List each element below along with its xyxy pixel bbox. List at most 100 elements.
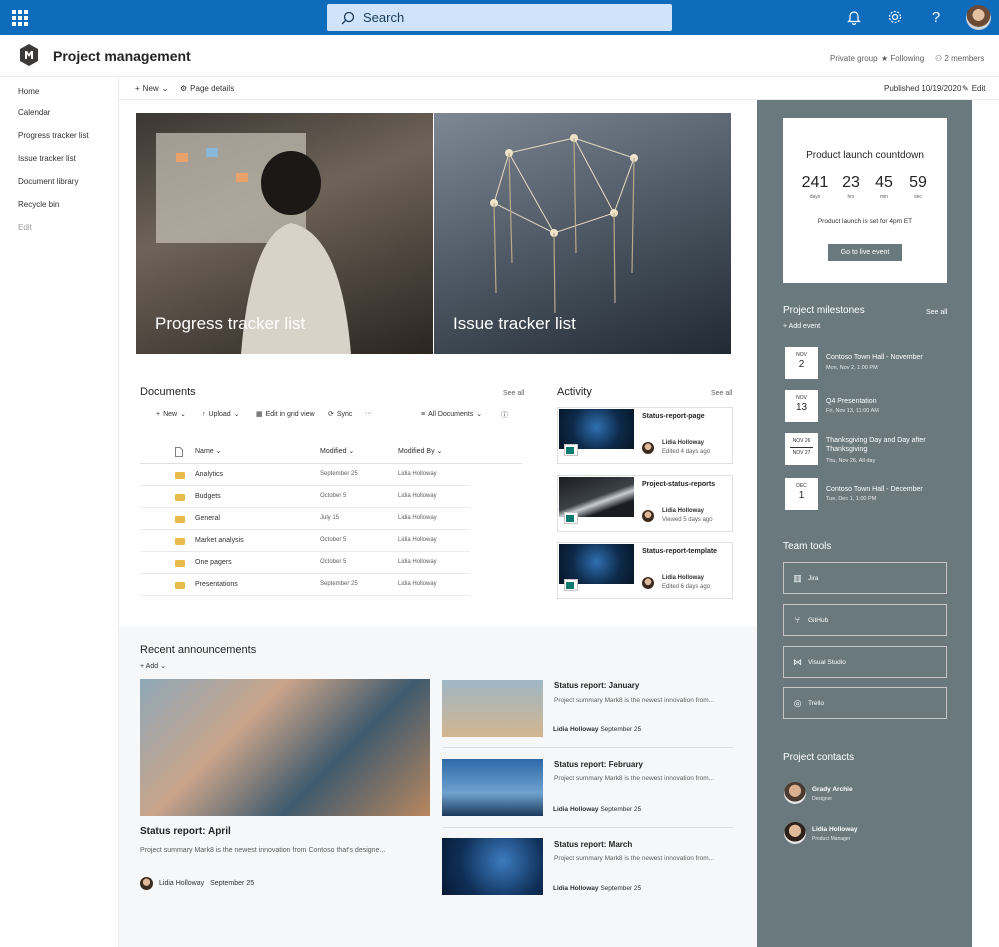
- site-title[interactable]: Project management: [53, 48, 191, 64]
- table-row[interactable]: Presentations September 25 Lidia Holloway: [140, 574, 470, 596]
- folder-icon: [175, 582, 185, 589]
- row-modified-by: Lidia Holloway: [398, 537, 437, 543]
- author-name: Lidia Holloway: [553, 885, 599, 892]
- help-icon[interactable]: ?: [927, 9, 945, 27]
- folder-icon: [175, 472, 185, 479]
- sync-button[interactable]: ⟳ Sync: [328, 410, 352, 419]
- command-bar: + New ⌄ ⚙ Page details Published 10/19/2020…: [119, 77, 999, 100]
- info-icon[interactable]: ⓘ: [501, 410, 508, 420]
- announcement-title[interactable]: Status report: February: [554, 760, 643, 769]
- announcement-main-title[interactable]: Status report: April: [140, 826, 231, 837]
- avatar[interactable]: [784, 782, 806, 804]
- documents-title[interactable]: Documents: [140, 386, 196, 398]
- column-modified[interactable]: Modified ⌄: [320, 447, 354, 455]
- row-name[interactable]: Budgets: [195, 493, 221, 500]
- nav-item-issue-tracker[interactable]: Issue tracker list: [18, 154, 76, 163]
- more-button[interactable]: ···: [365, 410, 372, 417]
- activity-title[interactable]: Activity: [557, 386, 592, 398]
- row-name[interactable]: Analytics: [195, 471, 223, 478]
- activity-thumbnail: [559, 477, 634, 517]
- announcement-main-byline: Lidia Holloway September 25: [140, 877, 254, 890]
- user-avatar[interactable]: [966, 5, 991, 30]
- nav-item-recycle-bin[interactable]: Recycle bin: [18, 200, 59, 209]
- new-label: New: [142, 84, 159, 93]
- page-details-button[interactable]: ⚙ Page details: [180, 84, 234, 93]
- announcement-thumbnail[interactable]: [442, 838, 543, 895]
- doc-new-button[interactable]: + New ⌄: [156, 410, 186, 419]
- column-modified-by[interactable]: Modified By ⌄: [398, 447, 442, 455]
- app-launcher-icon[interactable]: [12, 10, 28, 26]
- post-date: September 25: [600, 885, 642, 892]
- bell-icon[interactable]: [845, 9, 863, 27]
- event-title[interactable]: Contoso Town Hall - November: [826, 353, 944, 362]
- contact-name[interactable]: Lidia Holloway: [812, 826, 858, 833]
- countdown-seconds-label: sec: [914, 194, 922, 200]
- new-button[interactable]: + New ⌄: [135, 84, 168, 93]
- nav-item-document-library[interactable]: Document library: [18, 177, 78, 186]
- tool-link-github[interactable]: ⑂ GitHub: [783, 604, 947, 636]
- avatar: [140, 877, 153, 890]
- following-button[interactable]: ★ Following: [881, 54, 924, 63]
- nav-edit-link[interactable]: Edit: [18, 223, 32, 232]
- chevron-down-icon: ⌄: [233, 411, 240, 418]
- activity-see-all[interactable]: See all: [711, 390, 732, 397]
- chevron-down-icon: ⌄: [436, 448, 443, 455]
- search-box[interactable]: Search: [327, 4, 672, 31]
- row-modified: October 5: [320, 537, 347, 543]
- activity-card-title[interactable]: Status-report-page: [642, 413, 705, 420]
- column-name[interactable]: Name ⌄: [195, 447, 222, 455]
- tool-link-visual-studio[interactable]: ⋈ Visual Studio: [783, 646, 947, 678]
- announcement-thumbnail[interactable]: [442, 759, 543, 816]
- upload-button[interactable]: ↑ Upload ⌄: [202, 410, 240, 419]
- documents-see-all[interactable]: See all: [503, 390, 524, 397]
- announcement-title[interactable]: Status report: January: [554, 681, 639, 690]
- announcement-desc: Project summary Mark8 is the newest inno…: [554, 855, 715, 862]
- hero-tile-issue-tracker[interactable]: Issue tracker list: [434, 113, 731, 354]
- event-title[interactable]: Thanksgiving Day and Day after Thanksgiv…: [826, 436, 944, 454]
- edit-grid-button[interactable]: ▦ Edit in grid view: [256, 410, 315, 419]
- tool-link-trello[interactable]: ◎ Trello: [783, 687, 947, 719]
- milestones-title[interactable]: Project milestones: [783, 305, 865, 316]
- go-to-live-event-button[interactable]: Go to live event: [828, 244, 902, 261]
- countdown-title: Product launch countdown: [806, 150, 924, 161]
- milestones-see-all[interactable]: See all: [926, 309, 947, 316]
- countdown-days: 241: [801, 174, 829, 191]
- activity-card[interactable]: Status-report-page Lidia Holloway Edited…: [557, 407, 733, 464]
- add-news-button[interactable]: + Add ⌄: [140, 662, 166, 670]
- hero-tile-progress-tracker[interactable]: Progress tracker list: [136, 113, 433, 354]
- row-name[interactable]: General: [195, 515, 220, 522]
- contact-name[interactable]: Grady Archie: [812, 786, 853, 793]
- table-row[interactable]: One pagers October 5 Lidia Holloway: [140, 552, 470, 574]
- announcement-title[interactable]: Status report: March: [554, 840, 632, 849]
- edit-button[interactable]: ✎ Edit: [962, 84, 986, 93]
- members-button[interactable]: ⚇ 2 members: [935, 54, 984, 63]
- event-title[interactable]: Contoso Town Hall - December: [826, 485, 944, 494]
- activity-card[interactable]: Status-report-template Lidia Holloway Ed…: [557, 542, 733, 599]
- announcements-title[interactable]: Recent announcements: [140, 644, 256, 656]
- activity-card-title[interactable]: Project-status-reports: [642, 481, 715, 488]
- announcement-thumbnail[interactable]: [442, 680, 543, 737]
- avatar[interactable]: [784, 822, 806, 844]
- activity-card[interactable]: Project-status-reports Lidia Holloway Vi…: [557, 475, 733, 532]
- nav-item-calendar[interactable]: Calendar: [18, 108, 50, 117]
- event-date-badge: NOV 26 NOV 27: [785, 433, 818, 465]
- tool-link-jira[interactable]: ▥ Jira: [783, 562, 947, 594]
- sync-icon: ⟳: [328, 411, 334, 418]
- event-title[interactable]: Q4 Presentation: [826, 397, 944, 406]
- activity-card-title[interactable]: Status-report-template: [642, 548, 717, 555]
- table-row[interactable]: Analytics September 25 Lidia Holloway: [140, 464, 470, 486]
- gear-icon[interactable]: [886, 9, 904, 27]
- row-name[interactable]: Presentations: [195, 581, 238, 588]
- add-event-button[interactable]: + Add event: [783, 323, 820, 330]
- tool-label: Trello: [808, 700, 825, 707]
- row-name[interactable]: Market analysis: [195, 537, 244, 544]
- view-selector[interactable]: ≡ All Documents ⌄: [421, 410, 482, 419]
- privacy-label: Private group: [830, 54, 878, 63]
- row-name[interactable]: One pagers: [195, 559, 232, 566]
- nav-item-home[interactable]: Home: [18, 87, 39, 96]
- announcement-main-image[interactable]: [140, 679, 430, 816]
- table-row[interactable]: Market analysis October 5 Lidia Holloway: [140, 530, 470, 552]
- table-row[interactable]: Budgets October 5 Lidia Holloway: [140, 486, 470, 508]
- table-row[interactable]: General July 15 Lidia Holloway: [140, 508, 470, 530]
- nav-item-progress-tracker[interactable]: Progress tracker list: [18, 131, 89, 140]
